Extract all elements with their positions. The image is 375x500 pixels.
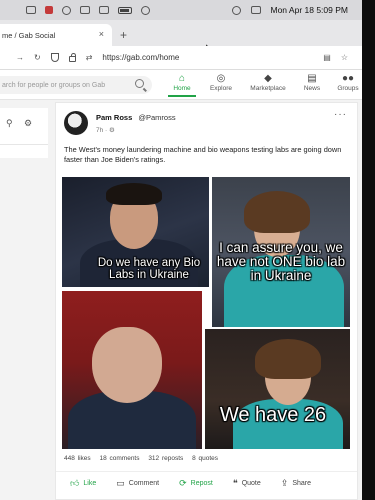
- like-label: Like: [83, 480, 97, 487]
- comments-count[interactable]: 18 comments: [99, 455, 139, 462]
- news-icon: ▤: [307, 73, 317, 84]
- screen: Mon Apr 18 5:09 PM me / Gab Social × + →…: [0, 0, 375, 500]
- globe-icon: ◎: [216, 73, 226, 84]
- address-bar: → ↻ ⇄ https://gab.com/home ▤ ☆: [0, 46, 362, 70]
- more-options-button[interactable]: ···: [334, 109, 347, 120]
- share-label: Share: [292, 480, 311, 487]
- author-name[interactable]: Pam Ross: [96, 113, 132, 122]
- post-card: Pam Ross @Pamross 7h · ⚙ ··· The West's …: [55, 102, 358, 500]
- menu-bar-clock[interactable]: Mon Apr 18 5:09 PM: [271, 5, 349, 15]
- spotlight-search-icon[interactable]: [231, 5, 241, 15]
- quote-icon: ❝: [232, 478, 238, 488]
- battery-icon[interactable]: [118, 6, 132, 14]
- nav-groups-label: Groups: [337, 85, 359, 92]
- post-actions: 👍︎ Like ▭ Comment ⟳ Repost ❝ Quote ⇪ Sha…: [56, 471, 357, 495]
- reload-icon[interactable]: ↻: [34, 53, 41, 62]
- meme-caption-admission: We have 26: [219, 404, 327, 426]
- tab-title: me / Gab Social: [2, 30, 56, 40]
- lock-icon[interactable]: [68, 53, 76, 62]
- post-stats: 448 likes 18 comments 312 reposts 8 quot…: [64, 455, 224, 462]
- repost-button[interactable]: ⟳ Repost: [179, 478, 213, 489]
- site-settings-icon[interactable]: ⇄: [86, 53, 93, 62]
- tab-gab-social[interactable]: me / Gab Social ×: [0, 24, 112, 46]
- meme-panel-woman-bottom: [205, 329, 350, 449]
- forward-arrow-icon[interactable]: →: [16, 53, 24, 62]
- repost-label: Repost: [190, 480, 213, 487]
- woman-hair-top: [244, 191, 310, 233]
- nav-marketplace-label: Marketplace: [250, 85, 286, 92]
- nav-news-label: News: [303, 85, 321, 92]
- home-icon: ⌂: [178, 73, 186, 84]
- author-handle[interactable]: @Pamross: [138, 113, 175, 122]
- avatar[interactable]: [64, 111, 88, 135]
- like-button[interactable]: 👍︎ Like: [70, 478, 96, 489]
- search-icon[interactable]: ⚲: [6, 118, 18, 130]
- page-body: ⚲ ⚙ Pam Ross @Pamross 7h · ⚙ ··· The Wes…: [0, 100, 362, 500]
- repost-icon: ⟳: [179, 478, 187, 488]
- post-author[interactable]: Pam Ross @Pamross: [96, 113, 176, 122]
- search-icon[interactable]: [135, 79, 144, 88]
- shield-icon[interactable]: [50, 53, 59, 62]
- post-time[interactable]: 7h · ⚙: [96, 126, 115, 134]
- nav-news[interactable]: ▤ News: [292, 72, 332, 92]
- control-center-icon[interactable]: [250, 6, 261, 14]
- menu-bar-icons: [26, 5, 150, 15]
- likes-count[interactable]: 448 likes: [64, 455, 91, 462]
- quote-button[interactable]: ❝ Quote: [233, 478, 261, 489]
- share-button[interactable]: ⇪ Share: [281, 478, 311, 489]
- post-timestamp[interactable]: 7h ·: [96, 127, 107, 134]
- settings-icon[interactable]: ⚙: [24, 118, 36, 130]
- left-sidebar: ⚲ ⚙: [0, 108, 48, 158]
- address-bar-right-icons: ▤ ☆: [323, 53, 348, 62]
- search-input[interactable]: arch for people or groups on Gab: [2, 82, 105, 89]
- new-tab-button[interactable]: +: [120, 28, 127, 42]
- nav-marketplace[interactable]: ◆ Marketplace: [248, 72, 288, 92]
- menu-bar: Mon Apr 18 5:09 PM: [0, 0, 362, 20]
- record-icon[interactable]: [45, 6, 53, 14]
- app-icon[interactable]: [26, 6, 36, 14]
- close-tab-icon[interactable]: ×: [99, 29, 104, 39]
- thumbs-up-icon: 👍︎: [70, 478, 80, 488]
- meme-caption-denial: I can assure you, we have not ONE bio la…: [216, 240, 346, 284]
- gab-header: arch for people or groups on Gab ⌂ Home …: [0, 70, 362, 100]
- quote-label: Quote: [241, 480, 261, 487]
- sidebar-divider: [0, 144, 48, 145]
- url-field[interactable]: https://gab.com/home: [102, 53, 179, 62]
- address-bar-left-icons: → ↻ ⇄: [16, 53, 92, 62]
- reposts-count[interactable]: 312 reposts: [148, 455, 183, 462]
- comment-icon: ▭: [116, 478, 125, 488]
- post-image[interactable]: Do we have any Bio Labs in Ukraine I can…: [62, 177, 350, 449]
- nav-home[interactable]: ⌂ Home: [162, 72, 202, 97]
- meme-panel-putin: [62, 291, 202, 449]
- man-hair: [106, 183, 162, 205]
- nav-explore-label: Explore: [209, 85, 233, 92]
- meme-caption-question: Do we have any Bio Labs in Ukraine: [97, 257, 201, 282]
- woman-hair-bottom: [255, 339, 321, 379]
- screen-bezel: [362, 0, 375, 500]
- post-text: The West's money laundering machine and …: [64, 145, 342, 164]
- bluetooth-icon[interactable]: [99, 6, 109, 14]
- search-bar[interactable]: arch for people or groups on Gab: [0, 76, 152, 94]
- comment-label: Comment: [128, 480, 160, 487]
- reader-view-icon[interactable]: ▤: [323, 53, 331, 62]
- wifi-icon[interactable]: [141, 5, 150, 15]
- tag-icon: ◆: [264, 73, 272, 84]
- globe-icon: ⚙: [109, 127, 115, 134]
- putin-face: [92, 327, 162, 403]
- volume-icon[interactable]: [80, 6, 90, 14]
- quotes-count[interactable]: 8 quotes: [192, 455, 218, 462]
- tab-strip: me / Gab Social × +: [0, 20, 362, 55]
- bookmark-star-icon[interactable]: ☆: [341, 53, 348, 62]
- clock-icon[interactable]: [62, 5, 71, 15]
- nav-home-label: Home: [173, 85, 191, 92]
- comment-button[interactable]: ▭ Comment: [116, 478, 159, 489]
- menu-bar-right: Mon Apr 18 5:09 PM: [231, 5, 349, 15]
- nav-explore[interactable]: ◎ Explore: [201, 72, 241, 92]
- share-icon: ⇪: [280, 478, 289, 488]
